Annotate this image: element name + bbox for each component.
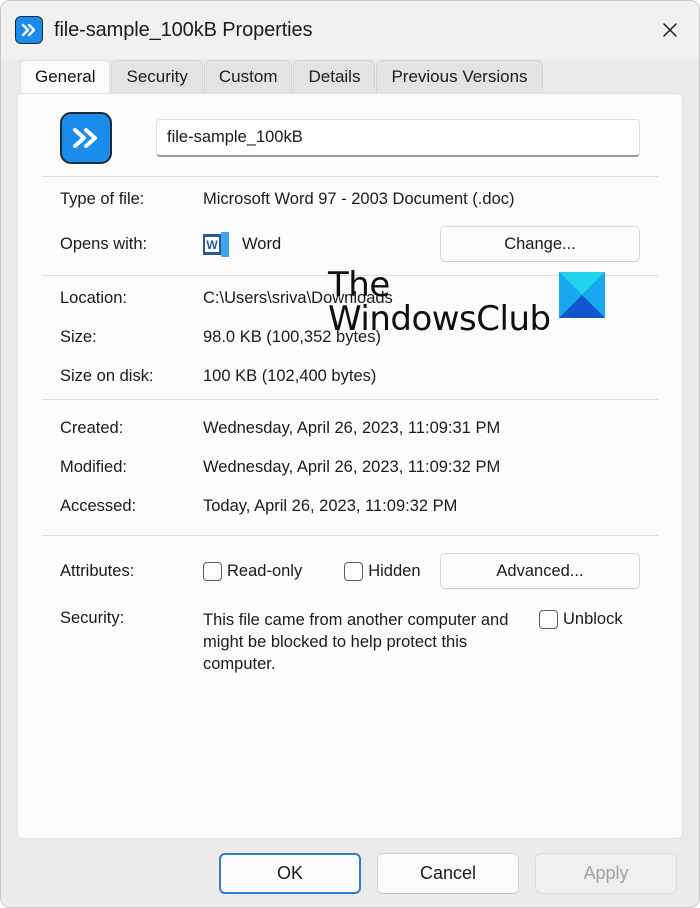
tab-custom[interactable]: Custom: [203, 60, 293, 93]
attributes-label: Attributes:: [60, 561, 135, 580]
opens-with-label: Opens with:: [60, 234, 148, 253]
filename-input[interactable]: [156, 119, 640, 157]
window-title: file-sample_100kB Properties: [54, 18, 313, 41]
checkbox-box-icon: [539, 610, 558, 629]
checkbox-box-icon: [203, 561, 222, 581]
dialog-footer: OK Cancel Apply: [1, 839, 699, 907]
properties-dialog: file-sample_100kB Properties General Sec…: [0, 0, 700, 908]
accessed-value: Today, April 26, 2023, 11:09:32 PM: [203, 497, 458, 515]
word-icon: W: [203, 231, 229, 257]
cancel-button[interactable]: Cancel: [377, 852, 519, 894]
unblock-label: Unblock: [563, 610, 623, 628]
created-label: Created:: [60, 419, 124, 437]
location-label: Location:: [60, 289, 127, 307]
double-chevron-icon: [60, 112, 112, 164]
double-chevron-icon: [15, 16, 43, 44]
hidden-checkbox[interactable]: Hidden: [344, 561, 421, 581]
modified-label: Modified:: [60, 458, 127, 476]
opens-with-row: Opens with: W Word Change...: [60, 226, 640, 262]
security-label: Security:: [60, 609, 125, 627]
accessed-row: Accessed: Today, April 26, 2023, 11:09:3…: [60, 497, 640, 516]
location-row: Location: C:\Users\sriva\Downloads: [60, 289, 640, 308]
readonly-label: Read-only: [227, 561, 303, 580]
change-button[interactable]: Change...: [440, 226, 640, 262]
checkbox-box-icon: [344, 561, 364, 581]
title-bar: file-sample_100kB Properties: [1, 1, 699, 59]
modified-row: Modified: Wednesday, April 26, 2023, 11:…: [60, 458, 640, 477]
tab-details[interactable]: Details: [293, 60, 376, 93]
general-tab-panel: The WindowsClub file-sample_100kB Type o…: [17, 93, 683, 839]
type-of-file-value: Microsoft Word 97 - 2003 Document (.doc): [203, 190, 515, 208]
timestamps-section: Created: Wednesday, April 26, 2023, 11:0…: [42, 400, 658, 535]
created-row: Created: Wednesday, April 26, 2023, 11:0…: [60, 419, 640, 438]
size-row: Size: 98.0 KB (100,352 bytes): [60, 328, 640, 347]
advanced-button[interactable]: Advanced...: [440, 553, 640, 589]
tab-security[interactable]: Security: [111, 60, 203, 93]
attributes-row: Attributes: Read-only Hidden Advanced...: [60, 553, 640, 589]
type-of-file-row: Type of file: Microsoft Word 97 - 2003 D…: [60, 190, 640, 209]
apply-button[interactable]: Apply: [535, 852, 677, 894]
size-on-disk-label: Size on disk:: [60, 367, 154, 385]
close-icon: [663, 23, 677, 37]
location-value: C:\Users\sriva\Downloads: [203, 289, 393, 307]
security-message: This file came from another computer and…: [203, 611, 509, 673]
size-on-disk-row: Size on disk: 100 KB (102,400 bytes): [60, 367, 640, 386]
close-button[interactable]: [647, 10, 693, 50]
created-value: Wednesday, April 26, 2023, 11:09:31 PM: [203, 419, 501, 437]
size-label: Size:: [60, 328, 97, 346]
size-value: 98.0 KB (100,352 bytes): [203, 328, 381, 346]
file-header: [42, 94, 658, 176]
tab-general[interactable]: General: [20, 60, 111, 93]
tab-strip: General Security Custom Details Previous…: [1, 59, 699, 93]
file-type-section: Type of file: Microsoft Word 97 - 2003 D…: [42, 177, 658, 275]
accessed-label: Accessed:: [60, 497, 137, 515]
type-of-file-label: Type of file:: [60, 190, 145, 208]
attributes-section: Attributes: Read-only Hidden Advanced...…: [42, 536, 658, 688]
readonly-checkbox[interactable]: Read-only: [203, 561, 303, 581]
opens-with-app: Word: [242, 234, 282, 253]
size-on-disk-value: 100 KB (102,400 bytes): [203, 367, 377, 385]
svg-text:W: W: [206, 238, 218, 252]
unblock-checkbox[interactable]: Unblock: [539, 610, 623, 629]
hidden-label: Hidden: [368, 561, 421, 580]
tab-previous-versions[interactable]: Previous Versions: [376, 60, 543, 93]
location-size-section: Location: C:\Users\sriva\Downloads Size:…: [42, 276, 658, 399]
security-row: Security: This file came from another co…: [60, 609, 640, 675]
ok-button[interactable]: OK: [219, 852, 361, 894]
modified-value: Wednesday, April 26, 2023, 11:09:32 PM: [203, 458, 501, 476]
